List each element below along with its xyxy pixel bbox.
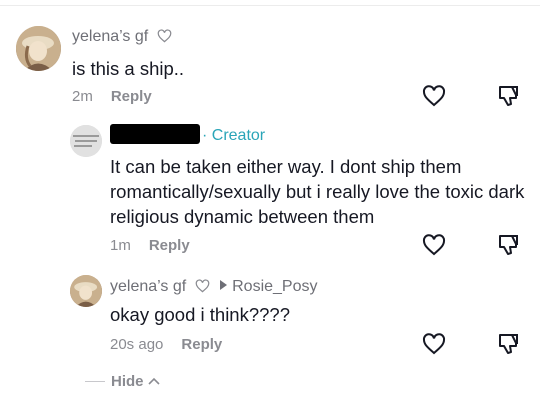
comment-meta: 1m Reply bbox=[110, 237, 190, 254]
comment-text: is this a ship.. bbox=[72, 58, 185, 79]
hide-divider bbox=[85, 380, 105, 382]
thumbs-down-icon bbox=[499, 334, 518, 354]
redacted-username bbox=[110, 124, 200, 144]
comment-username-row: yelena’s gf Rosie_Posy bbox=[110, 278, 317, 296]
comment-text: okay good i think???? bbox=[110, 304, 290, 325]
heart-outline-icon bbox=[157, 29, 172, 43]
comment-text: It can be taken either way. I dont ship … bbox=[110, 156, 525, 227]
creator-avatar[interactable] bbox=[70, 125, 102, 157]
hide-label[interactable]: Hide bbox=[111, 373, 144, 390]
like-button[interactable] bbox=[421, 232, 447, 258]
comment-time: 1m bbox=[110, 237, 131, 254]
comment-reply-item: yelena’s gf Rosie_Posy okay good i think… bbox=[0, 260, 540, 370]
reply-button[interactable]: Reply bbox=[111, 88, 152, 105]
comment-username[interactable]: yelena’s gf bbox=[110, 278, 186, 295]
reply-to-username[interactable]: Rosie_Posy bbox=[232, 278, 317, 295]
reply-button[interactable]: Reply bbox=[149, 237, 190, 254]
heart-outline-icon bbox=[422, 234, 446, 256]
like-button[interactable] bbox=[421, 83, 447, 109]
thumbs-down-icon bbox=[499, 235, 518, 255]
heart-outline-icon bbox=[195, 279, 210, 293]
comment-time: 20s ago bbox=[110, 336, 164, 353]
creator-badge: · Creator bbox=[202, 127, 266, 144]
dislike-button[interactable] bbox=[496, 232, 522, 258]
avatar[interactable] bbox=[16, 26, 61, 71]
dislike-button[interactable] bbox=[496, 331, 522, 357]
comment-username[interactable]: yelena’s gf bbox=[72, 28, 172, 46]
comment-meta: 2m Reply bbox=[72, 88, 152, 105]
hide-replies-button[interactable]: Hide bbox=[85, 371, 160, 391]
thumbs-down-icon bbox=[499, 86, 518, 106]
dislike-button[interactable] bbox=[496, 83, 522, 109]
comment-reply-item: · Creator It can be taken either way. I … bbox=[0, 110, 540, 260]
comment-meta: 20s ago Reply bbox=[110, 336, 222, 353]
heart-outline-icon bbox=[422, 85, 446, 107]
avatar[interactable] bbox=[70, 275, 102, 307]
reply-arrow-icon bbox=[220, 280, 228, 290]
heart-outline-icon bbox=[422, 333, 446, 355]
reply-button[interactable]: Reply bbox=[181, 336, 222, 353]
comment-item: yelena’s gf is this a ship.. 2m Reply bbox=[0, 0, 540, 110]
like-button[interactable] bbox=[421, 331, 447, 357]
comment-time: 2m bbox=[72, 88, 93, 105]
chevron-up-icon bbox=[147, 377, 160, 385]
